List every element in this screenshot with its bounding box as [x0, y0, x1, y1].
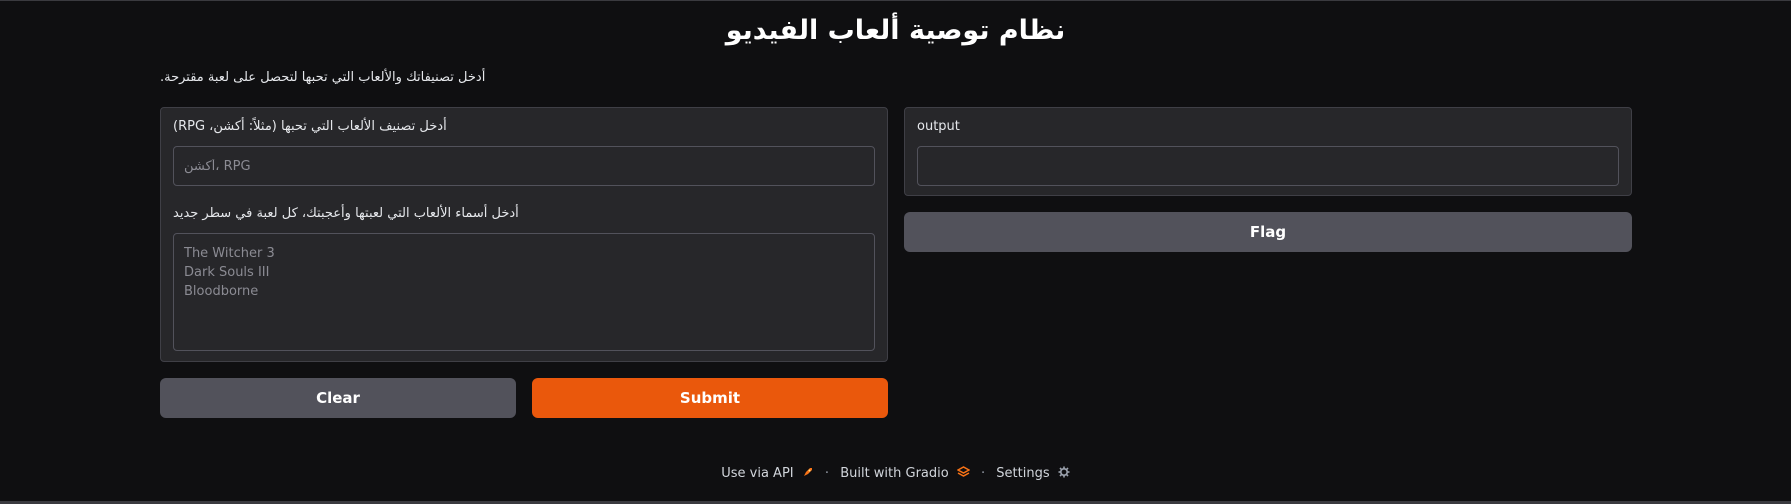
input-panel: أدخل تصنيف الألعاب التي تحبها (مثلاً: أك… [160, 107, 888, 362]
page-description: أدخل تصنيفاتك والألعاب التي تحبها لتحصل … [160, 70, 486, 85]
genre-input-wrapper [173, 146, 875, 186]
use-via-api-link[interactable]: Use via API [721, 466, 818, 481]
footer: Use via API · Built with Gradio · Settin… [0, 466, 1791, 481]
gradio-logo-icon [956, 466, 971, 481]
flag-button[interactable]: Flag [904, 212, 1632, 252]
genre-input[interactable] [174, 147, 874, 185]
games-label: أدخل أسماء الألعاب التي لعبتها وأعجبتك، … [173, 206, 519, 221]
built-with-gradio-link[interactable]: Built with Gradio [840, 466, 974, 481]
built-with-gradio-label: Built with Gradio [840, 466, 949, 481]
output-label: output [917, 119, 960, 134]
use-via-api-label: Use via API [721, 466, 794, 481]
gear-icon [1058, 466, 1070, 481]
page-title: نظام توصية ألعاب الفيديو [725, 15, 1066, 46]
output-panel: output [904, 107, 1632, 196]
clear-button[interactable]: Clear [160, 378, 516, 418]
rocket-icon [802, 466, 814, 481]
output-textbox[interactable] [917, 146, 1619, 186]
settings-link[interactable]: Settings [996, 466, 1070, 481]
settings-label: Settings [996, 466, 1050, 481]
games-textarea[interactable] [174, 234, 874, 350]
games-textarea-wrapper [173, 233, 875, 351]
footer-separator: · [824, 466, 830, 481]
genre-label: أدخل تصنيف الألعاب التي تحبها (مثلاً: أك… [173, 119, 447, 134]
footer-separator: · [981, 466, 986, 481]
submit-button[interactable]: Submit [532, 378, 888, 418]
